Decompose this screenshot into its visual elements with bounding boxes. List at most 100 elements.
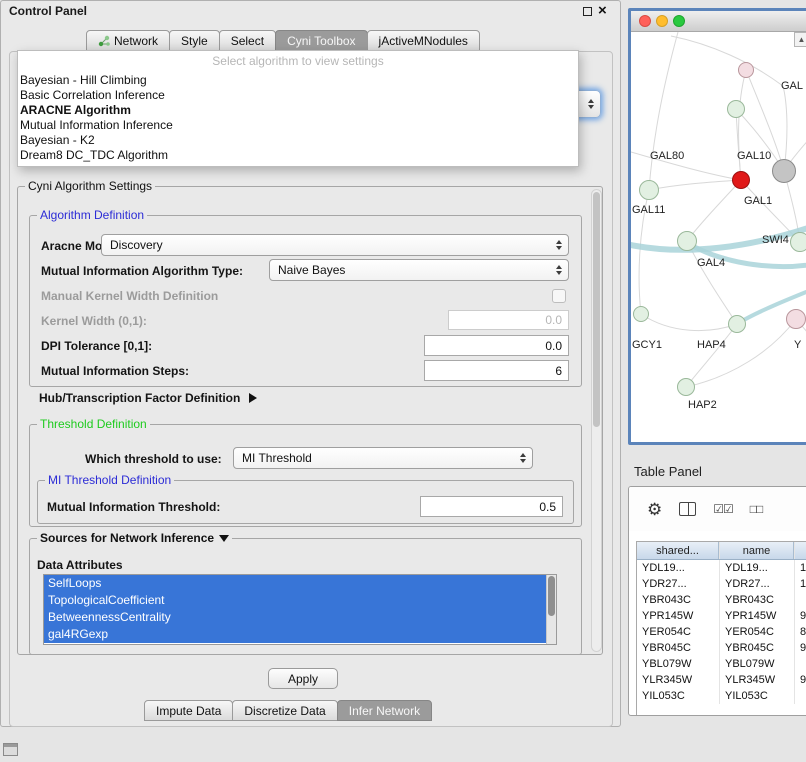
table-row[interactable]: YBL079W YBL079W: [637, 656, 806, 672]
table-cell[interactable]: [794, 688, 806, 704]
tab-select[interactable]: Select: [219, 30, 276, 51]
dropdown-item[interactable]: Bayesian - Hill Climbing: [18, 73, 578, 88]
canvas-scroll-up-button[interactable]: ▲: [794, 32, 806, 47]
column-header[interactable]: [794, 542, 806, 559]
network-canvas[interactable]: GAL80 GAL10 GAL1 GAL11 SWI4 GAL4 GCY1 HA…: [631, 32, 806, 441]
network-node[interactable]: [786, 309, 806, 329]
column-header[interactable]: name: [719, 542, 794, 559]
table-cell[interactable]: YLR345W: [637, 672, 719, 688]
network-node[interactable]: [738, 62, 754, 78]
float-window-icon[interactable]: [583, 7, 592, 16]
deselect-all-icon[interactable]: □□: [750, 502, 763, 516]
table-cell[interactable]: YBL079W: [719, 656, 794, 672]
table-row[interactable]: YDR27... YDR27... 12...: [637, 576, 806, 592]
table-cell[interactable]: YLR345W: [719, 672, 794, 688]
scrollbar-thumb[interactable]: [548, 576, 555, 616]
table-cell[interactable]: 9...: [794, 608, 806, 624]
mi-type-combo[interactable]: Naive Bayes: [269, 259, 569, 281]
apply-button[interactable]: Apply: [268, 668, 338, 689]
table-row[interactable]: YBR045C YBR045C 9...: [637, 640, 806, 656]
table-cell[interactable]: [794, 656, 806, 672]
settings-scrollbar[interactable]: [591, 189, 602, 652]
dropdown-item[interactable]: Dream8 DC_TDC Algorithm: [18, 148, 578, 163]
table-cell[interactable]: YER054C: [637, 624, 719, 640]
aracne-mode-combo[interactable]: Discovery: [101, 234, 569, 256]
dpi-tolerance-field[interactable]: 0.0: [424, 335, 569, 356]
top-tabbar: Network Style Select Cyni Toolbox jActiv…: [87, 30, 480, 51]
tab-infer-network[interactable]: Infer Network: [337, 700, 432, 721]
zoom-traffic-light-icon[interactable]: [673, 15, 685, 27]
network-node[interactable]: [639, 180, 659, 200]
mi-threshold-field[interactable]: 0.5: [420, 496, 563, 517]
network-node-selected[interactable]: [732, 171, 750, 189]
node-label: GCY1: [632, 339, 662, 351]
table-cell[interactable]: 12...: [794, 576, 806, 592]
table-cell[interactable]: YIL053C: [637, 688, 719, 704]
table-cell[interactable]: YPR145W: [719, 608, 794, 624]
close-traffic-light-icon[interactable]: [639, 15, 651, 27]
table-cell[interactable]: YDR27...: [637, 576, 719, 592]
group-title: Cyni Algorithm Settings: [25, 179, 155, 193]
dropdown-item-selected[interactable]: ARACNE Algorithm: [18, 103, 578, 118]
table-cell[interactable]: YBR043C: [719, 592, 794, 608]
network-node[interactable]: [790, 232, 806, 252]
tab-style[interactable]: Style: [169, 30, 220, 51]
table-row[interactable]: YIL053C YIL053C: [637, 688, 806, 704]
hub-tf-definition-toggle[interactable]: Hub/Transcription Factor Definition: [39, 391, 257, 405]
table-row[interactable]: YLR345W YLR345W 9...: [637, 672, 806, 688]
collapsed-panel-icon[interactable]: [3, 743, 18, 756]
attribute-item-selected[interactable]: SelfLoops: [44, 575, 556, 592]
threshold-combo[interactable]: MI Threshold: [233, 447, 533, 469]
table-cell[interactable]: YBR045C: [637, 640, 719, 656]
sources-toggle[interactable]: Sources for Network Inference: [37, 531, 232, 545]
dropdown-item[interactable]: Mutual Information Inference: [18, 118, 578, 133]
table-cell[interactable]: YPR145W: [637, 608, 719, 624]
dropdown-item[interactable]: Bayesian - K2: [18, 133, 578, 148]
network-node[interactable]: [677, 378, 695, 396]
table-row[interactable]: YDL19... YDL19... 13...: [637, 560, 806, 576]
table-cell[interactable]: 13...: [794, 560, 806, 576]
minimize-traffic-light-icon[interactable]: [656, 15, 668, 27]
table-cell[interactable]: YDR27...: [719, 576, 794, 592]
manual-kernel-checkbox[interactable]: [552, 289, 566, 303]
kernel-width-field[interactable]: 0.0: [448, 310, 569, 330]
table-row[interactable]: YPR145W YPR145W 9...: [637, 608, 806, 624]
table-cell[interactable]: 8...: [794, 624, 806, 640]
tab-discretize-data[interactable]: Discretize Data: [232, 700, 337, 721]
table-cell[interactable]: YER054C: [719, 624, 794, 640]
tab-jactivemnodules[interactable]: jActiveMNodules: [367, 30, 480, 51]
attribute-item-selected[interactable]: TopologicalCoefficient: [44, 592, 556, 609]
network-node[interactable]: [728, 315, 746, 333]
table-cell[interactable]: [794, 592, 806, 608]
network-node[interactable]: [772, 159, 796, 183]
table-cell[interactable]: 9...: [794, 640, 806, 656]
table-cell[interactable]: YDL19...: [719, 560, 794, 576]
attributes-scrollbar[interactable]: [546, 575, 556, 644]
gear-icon[interactable]: ⚙: [647, 501, 662, 518]
table-cell[interactable]: YBR045C: [719, 640, 794, 656]
attribute-item-selected[interactable]: BetweennessCentrality: [44, 609, 556, 626]
network-node[interactable]: [677, 231, 697, 251]
table-cell[interactable]: YBL079W: [637, 656, 719, 672]
table-row[interactable]: YER054C YER054C 8...: [637, 624, 806, 640]
table-cell[interactable]: YBR043C: [637, 592, 719, 608]
mi-steps-field[interactable]: 6: [424, 360, 569, 381]
tab-impute-data[interactable]: Impute Data: [144, 700, 233, 721]
table-row[interactable]: YBR043C YBR043C: [637, 592, 806, 608]
table-cell[interactable]: YDL19...: [637, 560, 719, 576]
dropdown-item[interactable]: Basic Correlation Inference: [18, 88, 578, 103]
scrollbar-thumb[interactable]: [593, 192, 600, 427]
table-cell[interactable]: 9...: [794, 672, 806, 688]
tab-cyni-toolbox[interactable]: Cyni Toolbox: [275, 30, 367, 51]
select-all-icon[interactable]: ☑☑: [713, 502, 733, 516]
table-cell[interactable]: YIL053C: [719, 688, 794, 704]
column-selector-icon[interactable]: [679, 502, 696, 516]
network-node[interactable]: [727, 100, 745, 118]
network-node[interactable]: [633, 306, 649, 322]
tab-network[interactable]: Network: [86, 30, 170, 51]
network-window-titlebar[interactable]: [631, 11, 806, 32]
attribute-item-selected[interactable]: gal4RGexp: [44, 626, 556, 643]
column-header[interactable]: shared...: [637, 542, 719, 559]
control-panel-titlebar[interactable]: Control Panel ×: [1, 1, 620, 22]
close-icon[interactable]: ×: [598, 2, 607, 19]
